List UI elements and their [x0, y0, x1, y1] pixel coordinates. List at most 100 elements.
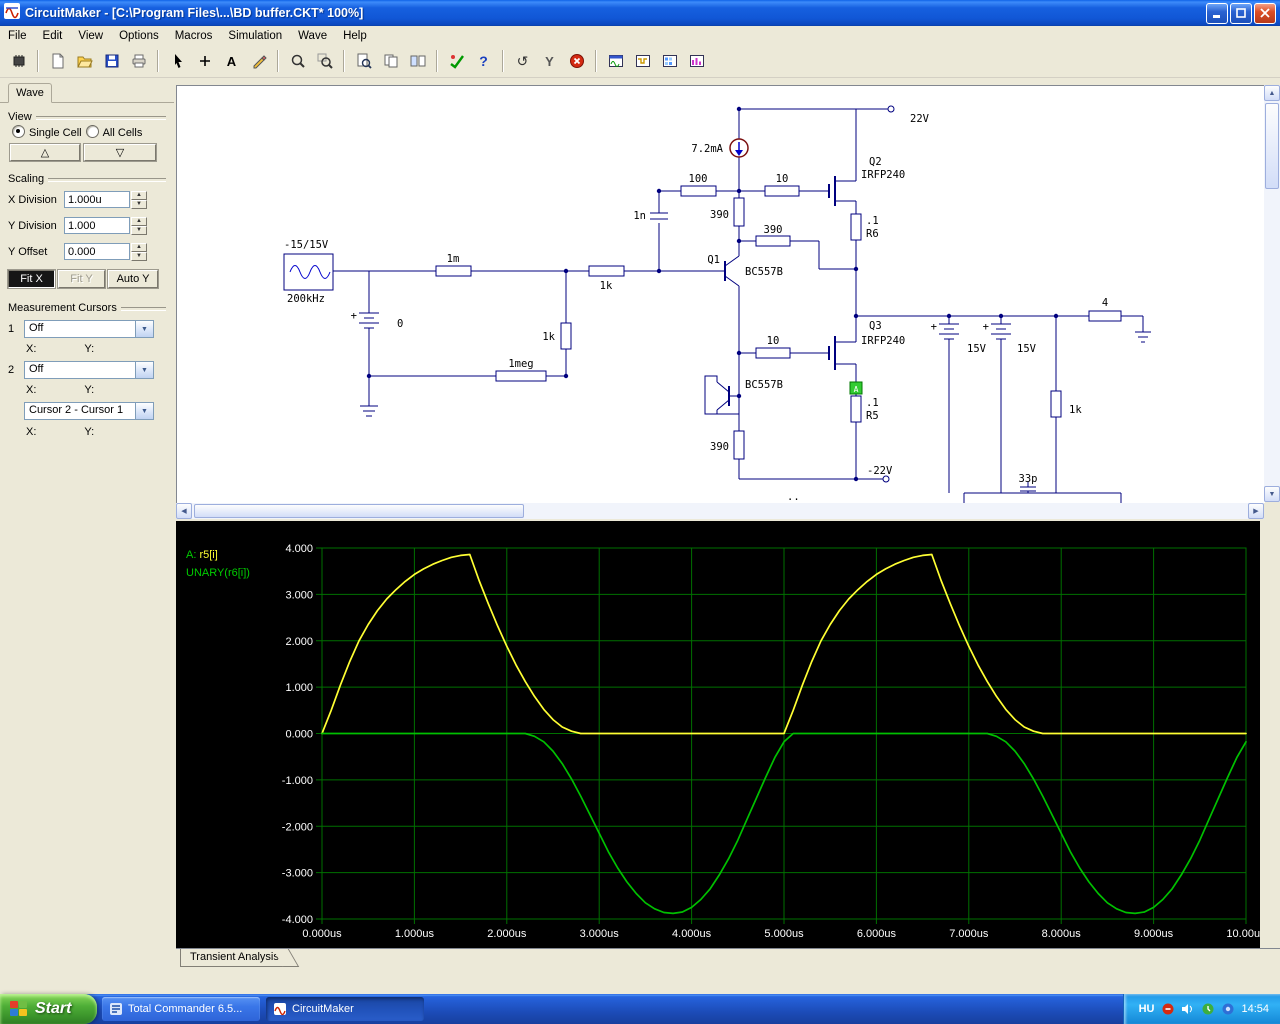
- y-offset-spinner[interactable]: ▲ ▼: [131, 242, 147, 261]
- page-down-button[interactable]: ▽: [83, 143, 157, 162]
- schematic-label: +: [351, 310, 357, 322]
- start-button[interactable]: Start: [0, 994, 97, 1024]
- scroll-up-arrow[interactable]: ▲: [1264, 85, 1280, 101]
- schematic-label: 390: [710, 441, 729, 453]
- schematic-canvas[interactable]: 22V7.2mAQ2IRFP240100 101n 390.1R6390-15/15…: [177, 86, 1265, 503]
- scroll-right-arrow[interactable]: ▶: [1248, 503, 1264, 519]
- x-division-spinner[interactable]: ▲ ▼: [131, 190, 147, 209]
- cursor1-number: 1: [8, 323, 15, 335]
- waveform-window-button[interactable]: [603, 48, 628, 74]
- split-view-button[interactable]: [405, 48, 430, 74]
- run-analyses-button[interactable]: [444, 48, 469, 74]
- schematic-label: 1k: [1069, 404, 1082, 416]
- schematic-label: BC557B: [745, 379, 783, 391]
- save-file-button[interactable]: [99, 48, 124, 74]
- scaling-group-title: Scaling: [8, 173, 166, 185]
- cursor-diff-select[interactable]: Cursor 2 - Cursor 1 ▼: [24, 402, 154, 420]
- auto-y-button[interactable]: Auto Y: [107, 269, 159, 289]
- find-document-icon: [357, 53, 372, 69]
- y-division-label: Y Division: [8, 219, 57, 232]
- menu-view[interactable]: View: [70, 28, 111, 44]
- schematic-components[interactable]: [283, 105, 1122, 483]
- schematic-label: -15/15V: [284, 239, 329, 251]
- open-file-button[interactable]: [72, 48, 97, 74]
- menu-help[interactable]: Help: [335, 28, 375, 44]
- current-source[interactable]: [729, 138, 749, 158]
- save-icon: [105, 54, 118, 68]
- cursor1-select[interactable]: Off ▼: [24, 320, 154, 338]
- schematic-horizontal-scrollbar[interactable]: ◀ ▶: [176, 503, 1264, 519]
- language-indicator[interactable]: HU: [1139, 1003, 1155, 1015]
- digital-display-button[interactable]: [630, 48, 655, 74]
- menu-file[interactable]: File: [0, 28, 35, 44]
- waveform-plot[interactable]: 0.000us 1.000us 2.000us 3.000us 4.000us 5.000…: [176, 521, 1266, 948]
- y-tick-label: -4.000: [282, 914, 313, 926]
- part-browser-button[interactable]: [6, 48, 31, 74]
- new-document-button[interactable]: [45, 48, 70, 74]
- scroll-left-arrow[interactable]: ◀: [176, 503, 192, 519]
- zoom-window-button[interactable]: [312, 48, 337, 74]
- menu-simulation[interactable]: Simulation: [220, 28, 290, 44]
- reset-simulation-button[interactable]: ↺: [510, 48, 535, 74]
- text-tool-button[interactable]: A: [219, 48, 244, 74]
- minimize-button[interactable]: [1206, 2, 1228, 24]
- x-division-row: X Division 1.000u ▲ ▼: [8, 190, 147, 209]
- single-cell-radio[interactable]: [12, 125, 25, 138]
- tray-icon-network[interactable]: [1221, 1003, 1234, 1016]
- tab-wave[interactable]: Wave: [8, 83, 52, 103]
- schematic-label: Q2: [869, 156, 882, 168]
- tray-icon-volume[interactable]: [1181, 1003, 1194, 1016]
- help-button[interactable]: ?: [471, 48, 496, 74]
- fit-x-button[interactable]: Fit X: [7, 269, 56, 289]
- schematic-label: 7.2mA: [691, 143, 723, 155]
- schematic-area[interactable]: 22V 7.2mA Q2 IRFP240 100 10 1n 390.1 R6 390 -15/15…: [176, 85, 1265, 503]
- x-tick-label: 5.000us: [764, 928, 804, 940]
- schematic-vertical-scrollbar[interactable]: ▲ ▼: [1264, 85, 1280, 502]
- task-button-circuitmaker[interactable]: CircuitMaker: [266, 997, 424, 1021]
- place-part-button[interactable]: [192, 48, 217, 74]
- all-cells-radio[interactable]: [85, 125, 99, 138]
- y-division-row: Y Division 1.000 ▲ ▼: [8, 216, 147, 235]
- schematic-label: +: [931, 321, 937, 333]
- wire-tool-button[interactable]: [246, 48, 271, 74]
- cursor2-select[interactable]: Off ▼: [24, 361, 154, 379]
- menu-edit[interactable]: Edit: [35, 28, 71, 44]
- fit-y-button[interactable]: Fit Y: [57, 269, 106, 289]
- all-cells-label: All Cells: [102, 127, 143, 139]
- vertical-scroll-thumb[interactable]: [1265, 103, 1279, 189]
- restore-button[interactable]: [1230, 2, 1252, 24]
- tab-transient-analysis[interactable]: Transient Analysis: [180, 949, 286, 967]
- signal-source[interactable]: [283, 253, 334, 291]
- y-offset-input[interactable]: 0.000: [64, 243, 130, 260]
- print-button[interactable]: [126, 48, 151, 74]
- menu-wave[interactable]: Wave: [290, 28, 335, 44]
- spin-up-icon: ▲: [131, 216, 147, 226]
- y-division-spinner[interactable]: ▲ ▼: [131, 216, 147, 235]
- analog-display-button[interactable]: [684, 48, 709, 74]
- toolbar-separator: [436, 50, 438, 72]
- stop-simulation-button[interactable]: [564, 48, 589, 74]
- zoom-tool-button[interactable]: [285, 48, 310, 74]
- find-part-button[interactable]: [351, 48, 376, 74]
- page-up-button[interactable]: △: [9, 143, 81, 162]
- menu-options[interactable]: Options: [111, 28, 167, 44]
- resistor-r6: [850, 213, 862, 241]
- y-division-input[interactable]: 1.000: [64, 217, 130, 234]
- cursor-tool-button[interactable]: [165, 48, 190, 74]
- task-button-total-commander[interactable]: Total Commander 6.5...: [102, 997, 260, 1021]
- horizontal-scroll-thumb[interactable]: [194, 504, 524, 518]
- resistor-1k-shunt: [560, 322, 572, 350]
- resistor-100: [680, 185, 717, 197]
- tray-icon-antivirus[interactable]: [1161, 1003, 1174, 1016]
- tray-icon-scheduler[interactable]: [1201, 1003, 1214, 1016]
- mixed-display-button[interactable]: [657, 48, 682, 74]
- taskbar-clock[interactable]: 14:54: [1241, 1003, 1269, 1015]
- copy-page-button[interactable]: [378, 48, 403, 74]
- x-division-input[interactable]: 1.000u: [64, 191, 130, 208]
- close-button[interactable]: [1254, 2, 1276, 24]
- menu-macros[interactable]: Macros: [167, 28, 221, 44]
- scroll-down-arrow[interactable]: ▼: [1264, 486, 1280, 502]
- waveform-canvas[interactable]: 0.000us 1.000us 2.000us 3.000us 4.000us 5.000…: [176, 521, 1266, 948]
- probe-tool-button[interactable]: Y: [537, 48, 562, 74]
- run-check-icon: [449, 55, 464, 69]
